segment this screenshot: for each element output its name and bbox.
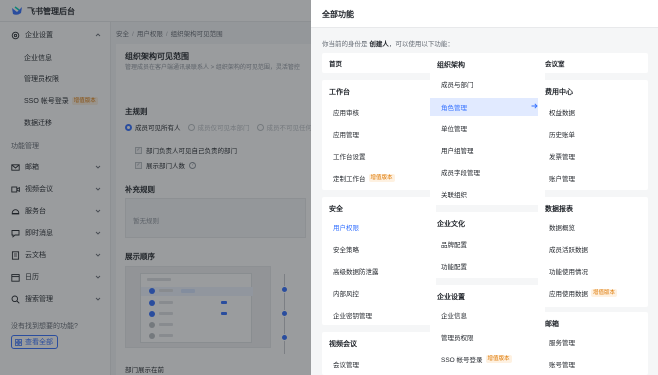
card-heading: 企业设置 (437, 294, 465, 301)
feature-service-management[interactable]: 服务管理 (538, 334, 575, 350)
feature-advanced-dlp[interactable]: 高级数据防泄露 (322, 263, 379, 279)
feature-label: 成员活跃数据 (549, 247, 588, 254)
subtitle-prefix: 你当前的身份是 (322, 41, 368, 48)
feature-label: 管理员权限 (441, 335, 474, 342)
feature-label: 定制工作台 (333, 176, 366, 183)
feature-card-billing: 费用中心 权益数据 历史账单 发票管理 账户管理 (538, 80, 648, 190)
feature-label: 功能使用情况 (549, 269, 588, 276)
feature-label: 应用审核 (333, 110, 359, 117)
feature-member-activity-data[interactable]: 成员活跃数据 (538, 241, 588, 257)
feature-label: 安全策略 (333, 247, 359, 254)
feature-label: 工作台设置 (333, 154, 366, 161)
feature-home[interactable]: 首页 (322, 55, 342, 71)
feature-workbench-settings[interactable]: 工作台设置 (322, 148, 366, 164)
arrow-right-icon (531, 103, 538, 109)
feature-card-corporate-culture: 企业文化 品牌配置 功能配置 (430, 212, 545, 278)
feature-app-management[interactable]: 应用管理 (322, 126, 359, 142)
feature-label: 发票管理 (549, 154, 575, 161)
feature-billing-history[interactable]: 历史账单 (538, 126, 575, 142)
feature-card-home: 首页 (322, 53, 436, 73)
drawer-subtitle: 你当前的身份是 创建人，可以使用以下功能： (322, 38, 454, 48)
feature-security-policy[interactable]: 安全策略 (322, 241, 359, 257)
feature-card-meeting-room: 会议室 (538, 53, 648, 73)
premium-tag: 增值版本 (368, 174, 395, 182)
card-heading: 数据报表 (545, 206, 573, 213)
feature-label: 品牌配置 (441, 242, 467, 249)
feature-label: 用户权限 (333, 225, 359, 232)
card-heading: 邮箱 (545, 321, 559, 328)
feature-members-departments[interactable]: 成员与部门 (430, 76, 545, 92)
feature-sso-login[interactable]: SSO 帐号登录 增值版本 (430, 351, 512, 367)
feature-label: 历史账单 (549, 132, 575, 139)
feature-meeting-room[interactable]: 会议室 (538, 55, 565, 71)
modal-overlay[interactable] (0, 0, 311, 375)
feature-label: 会议室 (545, 61, 565, 68)
feature-card-security: 安全 用户权限 安全策略 高级数据防泄露 内部风控 企业密钥管理 (322, 197, 436, 325)
feature-account-management[interactable]: 账户管理 (538, 170, 575, 186)
feature-card-data-reports: 数据报表 数据概览 成员活跃数据 功能使用情况 应用使用数据 增值版本 (538, 197, 648, 307)
feature-label: 账户管理 (549, 176, 575, 183)
drawer-header: 全部功能 (311, 0, 658, 28)
premium-tag: 增值版本 (591, 289, 618, 297)
feature-label: 首页 (329, 61, 342, 68)
feature-key-management[interactable]: 企业密钥管理 (322, 307, 372, 323)
feature-card-mail: 邮箱 服务管理 账号管理 (538, 312, 648, 375)
feature-usage-status[interactable]: 功能使用情况 (538, 263, 588, 279)
feature-label: 应用使用数据 (549, 291, 588, 298)
card-heading: 费用中心 (545, 89, 573, 96)
feature-label: 账号管理 (549, 362, 575, 369)
feature-data-overview[interactable]: 数据概览 (538, 219, 575, 235)
feature-label: 会议管理 (333, 362, 359, 369)
subtitle-suffix: ，可以使用以下功能： (388, 41, 454, 48)
all-features-drawer: 全部功能 你当前的身份是 创建人，可以使用以下功能： 首页 工作台 应用审核 应… (311, 0, 658, 375)
feature-entitlement-data[interactable]: 权益数据 (538, 104, 575, 120)
feature-label: 成员字段管理 (441, 170, 480, 177)
feature-label: 服务管理 (549, 340, 575, 347)
card-heading: 视频会议 (329, 341, 357, 348)
feature-member-field-management[interactable]: 成员字段管理 (430, 164, 545, 180)
feature-internal-risk-control[interactable]: 内部风控 (322, 285, 359, 301)
feature-label: 功能配置 (441, 264, 467, 271)
feature-mail-account-management[interactable]: 账号管理 (538, 356, 575, 372)
feature-card-video-meeting: 视频会议 会议管理 (322, 332, 436, 375)
card-heading: 企业文化 (437, 221, 465, 228)
feature-meeting-management[interactable]: 会议管理 (322, 356, 359, 372)
feature-unit-management[interactable]: 单位管理 (430, 120, 545, 136)
feature-admin-permissions[interactable]: 管理员权限 (430, 329, 474, 345)
feature-label: 权益数据 (549, 110, 575, 117)
feature-card-workbench: 工作台 应用审核 应用管理 工作台设置 定制工作台 增值版本 (322, 80, 436, 190)
feature-label: SSO 帐号登录 (441, 357, 483, 364)
feature-label: 关联组织 (441, 192, 467, 199)
feature-user-permissions[interactable]: 用户权限 (322, 219, 359, 235)
feature-label: 内部风控 (333, 291, 359, 298)
feature-app-usage-data[interactable]: 应用使用数据 增值版本 (538, 285, 618, 301)
feature-brand-config[interactable]: 品牌配置 (430, 236, 467, 252)
feature-card-enterprise-settings: 企业设置 企业信息 管理员权限 SSO 帐号登录 增值版本 (430, 285, 545, 375)
feature-label: 企业信息 (441, 313, 467, 320)
card-heading: 工作台 (329, 89, 350, 96)
feature-label: 成员与部门 (441, 82, 474, 89)
premium-tag: 增值版本 (485, 355, 512, 363)
feature-label: 单位管理 (441, 126, 467, 133)
feature-label: 应用管理 (333, 132, 359, 139)
feature-function-config[interactable]: 功能配置 (430, 258, 467, 274)
feature-custom-workbench[interactable]: 定制工作台 增值版本 (322, 170, 395, 186)
admin-console: 飞书管理后台 企业设置 企业信息 管理员权限 SSO 帐号登录 增值版本 数据迁移… (0, 0, 658, 375)
current-role: 创建人 (369, 41, 389, 48)
feature-linked-organizations[interactable]: 关联组织 (430, 186, 545, 202)
feature-app-review[interactable]: 应用审核 (322, 104, 359, 120)
card-heading: 安全 (329, 206, 343, 213)
feature-label: 企业密钥管理 (333, 313, 372, 320)
drawer-title: 全部功能 (322, 10, 354, 19)
feature-label: 数据概览 (549, 225, 575, 232)
feature-user-group-management[interactable]: 用户组管理 (430, 142, 545, 158)
feature-role-management[interactable]: 角色管理 (430, 98, 545, 116)
feature-label: 用户组管理 (441, 148, 474, 155)
card-heading: 组织架构 (437, 62, 465, 69)
feature-label: 角色管理 (441, 105, 467, 112)
feature-enterprise-info[interactable]: 企业信息 (430, 307, 467, 323)
feature-label: 高级数据防泄露 (333, 269, 379, 276)
feature-invoice-management[interactable]: 发票管理 (538, 148, 575, 164)
feature-card-org-structure: 组织架构 成员与部门 角色管理 单位管理 用户组管理 成员字段管理 关联组织 (430, 53, 545, 205)
